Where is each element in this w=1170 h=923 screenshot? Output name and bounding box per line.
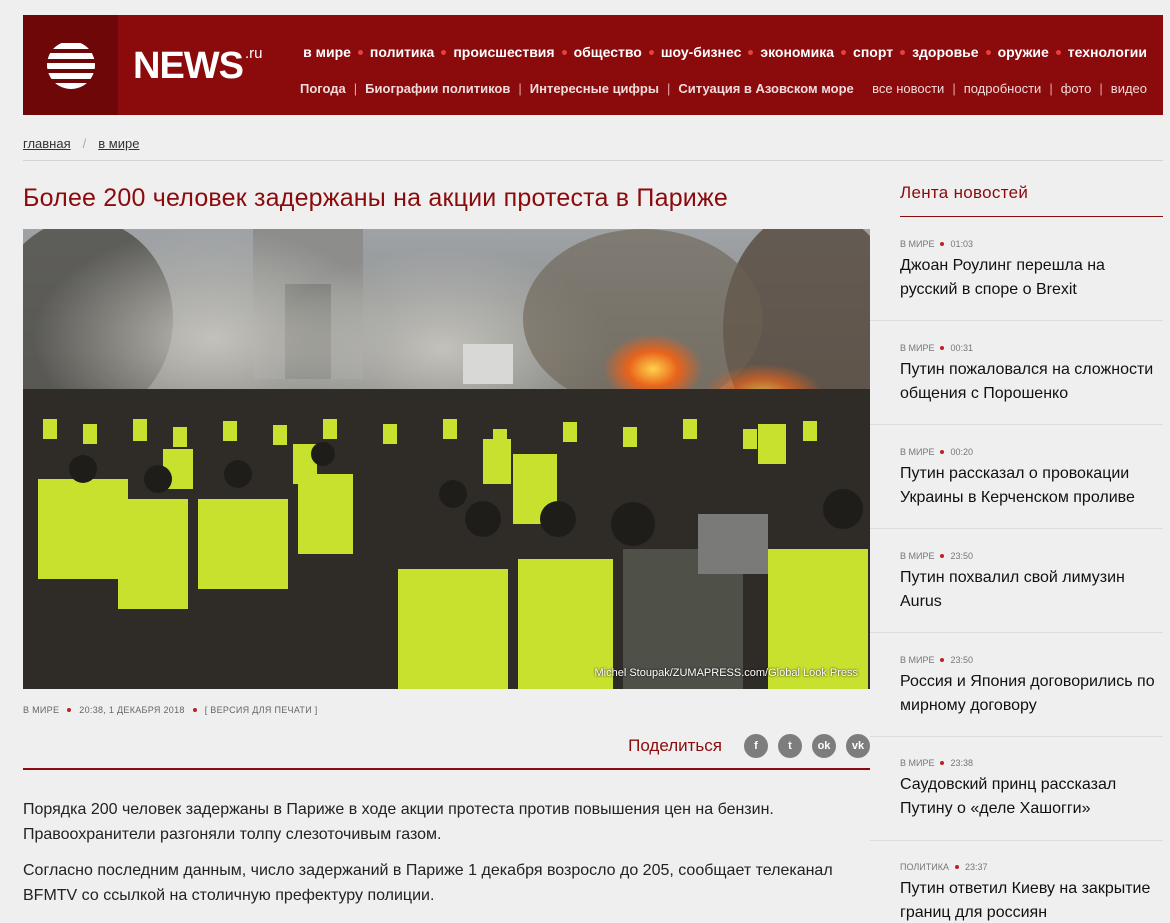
nav-item-sport[interactable]: спорт	[853, 44, 893, 60]
feed-headline[interactable]: Путин пожаловался на сложности общения с…	[900, 358, 1163, 406]
nav-dot	[748, 49, 754, 55]
topic-azov[interactable]: Ситуация в Азовском море	[678, 81, 853, 96]
feed-rubric: в мире	[900, 758, 935, 768]
feed-time: 23:50	[950, 655, 974, 665]
globe-logo-icon	[46, 43, 95, 89]
logo-emblem[interactable]	[23, 15, 118, 115]
feed-time: 00:31	[950, 343, 974, 353]
feed-item[interactable]: в мире 00:20 Путин рассказал о провокации…	[900, 447, 1163, 510]
feed-item[interactable]: в мире 23:50 Россия и Япония договорились…	[900, 655, 1163, 718]
divider	[23, 160, 1163, 161]
news-feed-title: Лента новостей	[900, 183, 1029, 202]
nav-dot	[841, 49, 847, 55]
feed-time: 23:37	[964, 862, 988, 872]
site-logo[interactable]: NEWS .ru	[133, 45, 263, 88]
breadcrumb: главная / в мире	[23, 136, 140, 151]
feed-headline[interactable]: Россия и Япония договорились по мирному …	[900, 670, 1163, 718]
feed-separator	[870, 736, 1163, 737]
vk-icon[interactable]: vk	[846, 734, 870, 758]
meta-dot	[67, 708, 72, 712]
feed-separator	[870, 528, 1163, 529]
feed-headline[interactable]: Путин рассказал о провокации Украины в К…	[900, 462, 1163, 510]
feed-item[interactable]: в мире 00:31 Путин пожаловался на сложнос…	[900, 343, 1163, 406]
nav-dot	[648, 49, 654, 55]
feed-time: 23:38	[950, 758, 974, 768]
article-datetime: 20:38, 1 ДЕКАБРЯ 2018	[79, 705, 185, 715]
nav-item-technology[interactable]: технологии	[1068, 44, 1147, 60]
feed-separator	[870, 320, 1163, 321]
article-photo[interactable]: Michel Stoupak/ZUMAPRESS.com/Global Look…	[23, 229, 870, 689]
nav-item-world[interactable]: в мире	[303, 44, 351, 60]
feed-rubric: в мире	[900, 655, 935, 665]
feed-rubric: в мире	[900, 239, 935, 249]
nav-item-weapons[interactable]: оружие	[998, 44, 1049, 60]
feed-rubric: в мире	[900, 551, 935, 561]
section-video[interactable]: видео	[1111, 81, 1147, 96]
twitter-icon[interactable]: t	[778, 734, 802, 758]
site-header: NEWS .ru в мире политика происшествия общ…	[23, 15, 1163, 115]
nav-item-society[interactable]: общество	[574, 44, 642, 60]
breadcrumb-home[interactable]: главная	[23, 136, 71, 151]
feed-headline[interactable]: Джоан Роулинг перешла на русский в споре…	[900, 254, 1163, 302]
feed-divider	[900, 216, 1163, 217]
share-label: Поделиться	[628, 736, 722, 755]
section-all-news[interactable]: все новости	[872, 81, 944, 96]
nav-item-health[interactable]: здоровье	[912, 44, 979, 60]
sections-nav: все новости | подробности | фото | видео	[872, 81, 1147, 96]
odnoklassniki-icon[interactable]: ok	[812, 734, 836, 758]
topic-figures[interactable]: Интересные цифры	[530, 81, 659, 96]
feed-rubric: в мире	[900, 343, 935, 353]
article-paragraph: Согласно последним данным, число задержа…	[23, 862, 833, 904]
nav-dot	[985, 49, 991, 55]
breadcrumb-world[interactable]: в мире	[98, 136, 139, 151]
feed-rubric: политика	[900, 862, 949, 872]
meta-dot	[192, 708, 197, 712]
nav-dot	[441, 49, 447, 55]
photo-credit: Michel Stoupak/ZUMAPRESS.com/Global Look…	[594, 667, 859, 679]
topics-nav: Погода | Биографии политиков | Интересные …	[300, 81, 854, 96]
nav-item-showbiz[interactable]: шоу-бизнес	[661, 44, 742, 60]
facebook-icon[interactable]: f	[744, 734, 768, 758]
nav-dot	[357, 49, 363, 55]
feed-rubric: в мире	[900, 447, 935, 457]
article-rubric[interactable]: В МИРЕ	[23, 705, 59, 715]
feed-separator	[870, 632, 1163, 633]
topic-biographies[interactable]: Биографии политиков	[365, 81, 510, 96]
nav-dot	[1055, 49, 1061, 55]
share-bar: Поделиться f t ok vk	[628, 734, 870, 758]
article-paragraph: Порядка 200 человек задержаны в Париже в…	[23, 801, 774, 843]
feed-separator	[870, 840, 1163, 841]
share-divider	[23, 768, 870, 770]
feed-time: 01:03	[950, 239, 974, 249]
feed-time: 00:20	[950, 447, 974, 457]
feed-item[interactable]: в мире 01:03 Джоан Роулинг перешла на рус…	[900, 239, 1163, 302]
topic-weather[interactable]: Погода	[300, 81, 346, 96]
nav-dot	[561, 49, 567, 55]
feed-item[interactable]: в мире 23:50 Путин похвалил свой лимузин …	[900, 551, 1163, 614]
section-photo[interactable]: фото	[1061, 81, 1092, 96]
feed-item[interactable]: в мире 23:38 Саудовский принц рассказал П…	[900, 758, 1163, 821]
nav-dot	[900, 49, 906, 55]
nav-item-economy[interactable]: экономика	[760, 44, 834, 60]
feed-headline[interactable]: Путин ответил Киеву на закрытие границ д…	[900, 877, 1163, 923]
main-nav: в мире политика происшествия общество шо…	[303, 44, 1147, 60]
article-title: Более 200 человек задержаны на акции про…	[23, 184, 729, 212]
feed-item[interactable]: политика 23:37 Путин ответил Киеву на зак…	[900, 862, 1163, 923]
article-meta: В МИРЕ 20:38, 1 ДЕКАБРЯ 2018 [ ВЕРСИЯ ДЛ…	[23, 705, 318, 715]
nav-item-incidents[interactable]: происшествия	[453, 44, 554, 60]
feed-headline[interactable]: Саудовский принц рассказал Путину о «дел…	[900, 773, 1163, 821]
protest-photo-image	[23, 229, 870, 689]
print-version-link[interactable]: [ ВЕРСИЯ ДЛЯ ПЕЧАТИ ]	[205, 705, 318, 715]
feed-separator	[870, 424, 1163, 425]
feed-headline[interactable]: Путин похвалил свой лимузин Aurus	[900, 566, 1163, 614]
section-details[interactable]: подробности	[964, 81, 1042, 96]
nav-item-politics[interactable]: политика	[370, 44, 434, 60]
feed-time: 23:50	[950, 551, 974, 561]
